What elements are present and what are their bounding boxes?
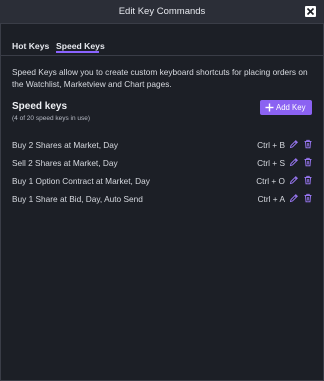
speed-key-name: Buy 2 Shares at Market, Day: [12, 140, 119, 150]
speed-key-row: Buy 2 Shares at Market, Day Ctrl + B: [0, 137, 324, 155]
speed-key-row: Buy 1 Option Contract at Market, Day Ctr…: [0, 173, 324, 191]
close-button[interactable]: [305, 6, 316, 17]
pencil-icon[interactable]: [289, 175, 299, 185]
pencil-icon[interactable]: [289, 157, 299, 167]
trash-icon[interactable]: [303, 193, 313, 203]
dialog-titlebar: Edit Key Commands: [0, 0, 324, 24]
add-key-button[interactable]: Add Key: [260, 100, 312, 115]
speed-keys-description: Speed Keys allow you to create custom ke…: [12, 67, 308, 89]
dialog-title: Edit Key Commands: [118, 6, 206, 17]
speed-keys-usage: (4 of 20 speed keys in use): [12, 115, 91, 122]
tabs-divider: [0, 55, 324, 56]
pencil-icon[interactable]: [289, 139, 299, 149]
speed-key-shortcut: Ctrl + O: [256, 176, 285, 186]
speed-key-shortcut: Ctrl + A: [257, 194, 285, 204]
add-key-label: Add Key: [276, 103, 306, 112]
trash-icon[interactable]: [303, 139, 313, 149]
tab-bar: Hot Keys Speed Keys: [0, 24, 324, 56]
active-tab-indicator: [56, 51, 99, 53]
pencil-icon[interactable]: [289, 193, 299, 203]
speed-key-name: Buy 1 Share at Bid, Day, Auto Send: [12, 194, 143, 204]
trash-icon[interactable]: [303, 157, 313, 167]
section-title: Speed keys: [12, 101, 68, 112]
tab-hot-keys[interactable]: Hot Keys: [12, 41, 49, 51]
plus-icon: [265, 103, 274, 112]
speed-key-name: Buy 1 Option Contract at Market, Day: [12, 176, 150, 186]
speed-key-shortcut: Ctrl + B: [257, 140, 285, 150]
speed-key-row: Buy 1 Share at Bid, Day, Auto Send Ctrl …: [0, 191, 324, 209]
speed-key-name: Sell 2 Shares at Market, Day: [12, 158, 118, 168]
speed-key-row: Sell 2 Shares at Market, Day Ctrl + S: [0, 155, 324, 173]
speed-key-shortcut: Ctrl + S: [257, 158, 285, 168]
close-icon: [306, 7, 315, 16]
trash-icon[interactable]: [303, 175, 313, 185]
